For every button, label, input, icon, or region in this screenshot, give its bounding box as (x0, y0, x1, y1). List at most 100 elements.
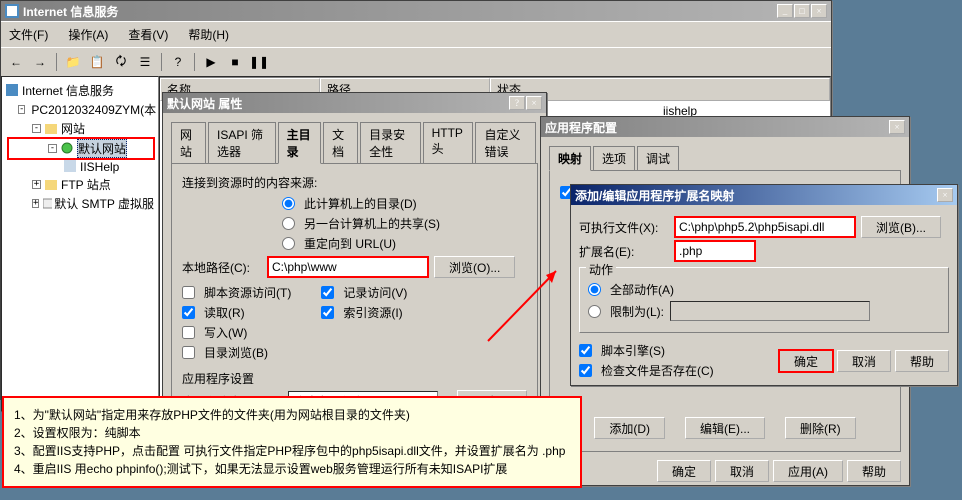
help-button[interactable]: ? (509, 96, 525, 110)
exec-file-input[interactable] (675, 217, 855, 237)
apply-button[interactable]: 应用(A) (773, 460, 843, 482)
minimize-button[interactable]: _ (777, 4, 793, 18)
play-button[interactable]: ▶ (200, 51, 222, 73)
tab-security[interactable]: 目录安全性 (360, 122, 421, 164)
prop-title: 默认网站 属性 (167, 95, 509, 112)
cb-write[interactable] (182, 326, 195, 339)
local-path-label: 本地路径(C): (182, 259, 262, 276)
radio-redirect[interactable] (282, 237, 295, 250)
cancel-button[interactable]: 取消 (715, 460, 769, 482)
maximize-button[interactable]: □ (794, 4, 810, 18)
help-button[interactable]: 帮助 (847, 460, 901, 482)
globe-icon (61, 142, 75, 156)
expander-icon[interactable]: - (32, 124, 41, 133)
help-button[interactable]: 帮助 (895, 350, 949, 372)
limit-input (670, 301, 870, 321)
note-line4: 4、重启IIS 用echo phpinfo();测试下，如果无法显示设置web服… (14, 460, 570, 478)
tree-iishelp[interactable]: IISHelp (6, 159, 154, 175)
cb-log-visit[interactable] (321, 286, 334, 299)
edit-button[interactable]: 编辑(E)... (685, 417, 765, 439)
tab-errors[interactable]: 自定义错误 (475, 122, 536, 164)
cb-read[interactable] (182, 306, 195, 319)
source-label: 连接到资源时的内容来源: (182, 174, 527, 191)
ok-button[interactable]: 确定 (657, 460, 711, 482)
folder-icon (45, 178, 59, 192)
tree-websites[interactable]: -网站 (6, 119, 154, 138)
forward-button[interactable]: → (29, 51, 51, 73)
cb-browse[interactable] (182, 346, 195, 359)
mapping-titlebar: 添加/编辑应用程序扩展名映射 × (571, 185, 957, 205)
iis-icon (5, 4, 19, 18)
tree-computer[interactable]: -PC2012032409ZYM(本 (6, 100, 154, 119)
vdir-icon (64, 160, 78, 174)
expander-icon[interactable]: - (18, 105, 25, 114)
app-settings-label: 应用程序设置 (182, 370, 527, 387)
tree-panel: Internet 信息服务 -PC2012032409ZYM(本 -网站 -默认… (1, 76, 159, 412)
exec-file-label: 可执行文件(X): (579, 219, 669, 236)
tab-website[interactable]: 网站 (171, 122, 206, 164)
close-button[interactable]: × (937, 188, 953, 202)
note-line3: 3、配置IIS支持PHP，点击配置 可执行文件指定PHP程序包中的php5isa… (14, 442, 570, 460)
tab-debug[interactable]: 调试 (637, 146, 679, 171)
tab-options[interactable]: 选项 (593, 146, 635, 171)
folder-button[interactable]: 📁 (62, 51, 84, 73)
mapping-title: 添加/编辑应用程序扩展名映射 (575, 187, 937, 204)
tree-smtp[interactable]: +默认 SMTP 虚拟服 (6, 194, 154, 213)
tab-home[interactable]: 主目录 (278, 122, 322, 164)
close-button[interactable]: × (526, 96, 542, 110)
main-title: Internet 信息服务 (23, 3, 777, 20)
tree-root[interactable]: Internet 信息服务 (6, 81, 154, 100)
refresh-button[interactable]: 🗘 (110, 51, 132, 73)
note-line2: 2、设置权限为：纯脚本 (14, 424, 570, 442)
appconfig-titlebar: 应用程序配置 × (541, 117, 909, 137)
ok-button[interactable]: 确定 (779, 350, 833, 372)
action-groupbox: 全部动作(A) 限制为(L): (579, 267, 949, 333)
main-menubar: 文件(F) 操作(A) 查看(V) 帮助(H) (1, 21, 831, 47)
main-toolbar: ← → 📁 📋 🗘 ☰ ? ▶ ■ ❚❚ (1, 47, 831, 76)
radio-limit[interactable] (588, 305, 601, 318)
cb-index[interactable] (321, 306, 334, 319)
expander-icon[interactable]: + (32, 199, 39, 208)
props-button[interactable]: ☰ (134, 51, 156, 73)
help-button[interactable]: ? (167, 51, 189, 73)
menu-view[interactable]: 查看(V) (124, 24, 172, 45)
tab-docs[interactable]: 文档 (323, 122, 358, 164)
tab-http[interactable]: HTTP 头 (423, 122, 474, 164)
main-titlebar: Internet 信息服务 _ □ × (1, 1, 831, 21)
iis-icon (6, 84, 20, 98)
menu-help[interactable]: 帮助(H) (184, 24, 233, 45)
close-button[interactable]: × (889, 120, 905, 134)
appconfig-title: 应用程序配置 (545, 119, 889, 136)
expander-icon[interactable]: - (48, 144, 57, 153)
ext-label: 扩展名(E): (579, 243, 669, 260)
expander-icon[interactable]: + (32, 180, 41, 189)
cb-check-file[interactable] (579, 364, 592, 377)
delete-button[interactable]: 删除(R) (785, 417, 856, 439)
cb-script-engine[interactable] (579, 344, 592, 357)
add-button[interactable]: 添加(D) (594, 417, 665, 439)
tab-isapi[interactable]: ISAPI 筛选器 (208, 122, 276, 164)
ext-input[interactable] (675, 241, 755, 261)
menu-action[interactable]: 操作(A) (64, 24, 112, 45)
menu-file[interactable]: 文件(F) (5, 24, 52, 45)
annotation-note: 1、为"默认网站"指定用来存放PHP文件的文件夹(用为网站根目录的文件夹) 2、… (2, 396, 582, 488)
browse-button[interactable]: 浏览(B)... (861, 216, 941, 238)
radio-another-computer[interactable] (282, 217, 295, 230)
tab-mapping[interactable]: 映射 (549, 146, 591, 171)
close-button[interactable]: × (811, 4, 827, 18)
folder-icon (45, 122, 59, 136)
local-path-input[interactable] (268, 257, 428, 277)
stop-button[interactable]: ■ (224, 51, 246, 73)
mapping-dialog: 添加/编辑应用程序扩展名映射 × 可执行文件(X): 浏览(B)... 扩展名(… (570, 184, 958, 386)
tree-default-site[interactable]: -默认网站 (8, 138, 154, 159)
radio-all-actions[interactable] (588, 283, 601, 296)
pause-button[interactable]: ❚❚ (248, 51, 270, 73)
radio-this-computer[interactable] (282, 197, 295, 210)
back-button[interactable]: ← (5, 51, 27, 73)
arrow-icon (484, 265, 564, 345)
export-button[interactable]: 📋 (86, 51, 108, 73)
cb-script-access[interactable] (182, 286, 195, 299)
prop-tabs: 网站 ISAPI 筛选器 主目录 文档 目录安全性 HTTP 头 自定义错误 (171, 122, 538, 164)
tree-ftp[interactable]: +FTP 站点 (6, 175, 154, 194)
cancel-button[interactable]: 取消 (837, 350, 891, 372)
